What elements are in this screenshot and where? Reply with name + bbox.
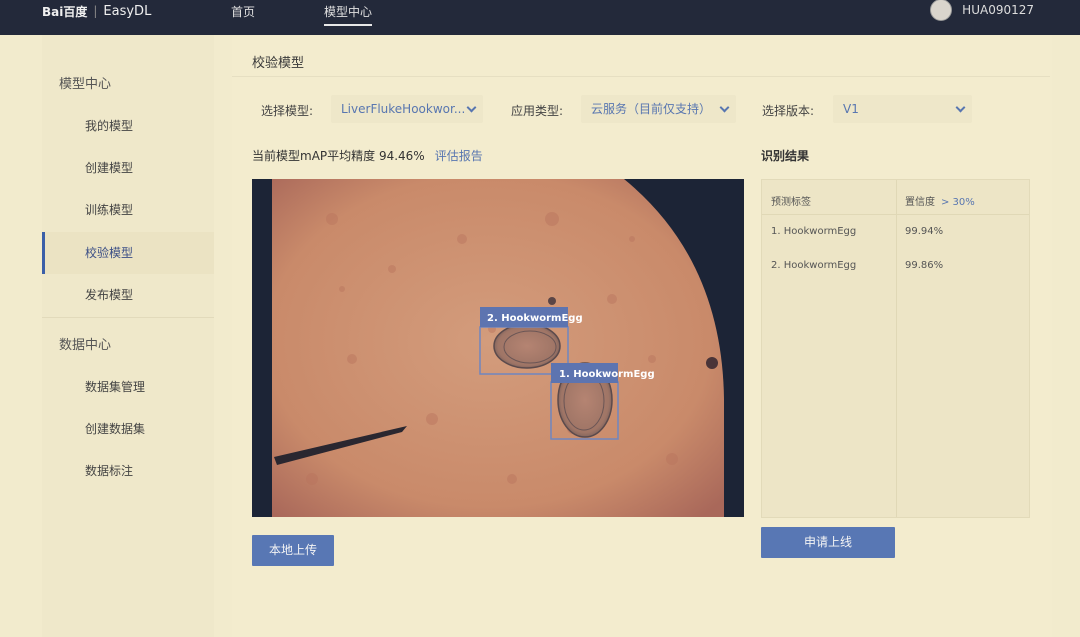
- baidu-logo: Bai百度: [42, 4, 88, 19]
- sidebar: 模型中心 我的模型 创建模型 训练模型 校验模型 发布模型 数据中心 数据集管理…: [42, 35, 214, 637]
- sidebar-group-model-center: 模型中心: [59, 77, 112, 92]
- detection-label: 2. HookwormEgg: [487, 313, 583, 324]
- brand-logo[interactable]: Bai百度 | EasyDL: [42, 3, 151, 19]
- title-divider: [232, 76, 1050, 77]
- header-divider: [762, 214, 1029, 215]
- nav-model-center[interactable]: 模型中心: [324, 3, 373, 26]
- local-upload-button[interactable]: 本地上传: [252, 535, 334, 566]
- top-nav-bar: Bai百度 | EasyDL 首页 模型中心 HUA090127: [0, 0, 1080, 35]
- result-row-label: 1. HookwormEgg: [771, 226, 857, 237]
- version-select[interactable]: V1: [833, 95, 972, 123]
- result-row-confidence: 99.86%: [905, 260, 944, 271]
- microscope-image: 2. HookwormEgg 1. HookwormEgg: [252, 179, 744, 517]
- result-row-confidence: 99.94%: [905, 226, 944, 237]
- logo-separator: |: [93, 4, 98, 18]
- chevron-down-icon: [466, 102, 477, 113]
- confidence-header-text: 置信度: [905, 197, 935, 208]
- results-table: 预测标签 置信度 > 30% 1. HookwormEgg 99.94% 2. H…: [761, 179, 1030, 518]
- result-row-label: 2. HookwormEgg: [771, 260, 857, 271]
- sidebar-group-data-center: 数据中心: [59, 338, 112, 353]
- avatar: [930, 0, 953, 21]
- eval-report-link[interactable]: 评估报告: [435, 149, 483, 163]
- sidebar-item-create-dataset[interactable]: 创建数据集: [42, 408, 214, 450]
- app-type-select[interactable]: 云服务（目前仅支持）: [581, 95, 736, 123]
- version-select-value: V1: [843, 102, 859, 116]
- debris-particle: [706, 357, 718, 369]
- sidebar-item-my-models[interactable]: 我的模型: [42, 105, 214, 147]
- column-divider: [896, 180, 897, 517]
- detection-label: 1. HookwormEgg: [559, 369, 655, 380]
- sidebar-item-publish-model[interactable]: 发布模型: [42, 274, 214, 316]
- version-select-label: 选择版本:: [762, 104, 815, 118]
- model-select[interactable]: LiverFlukeHookwor...: [331, 95, 483, 123]
- map-accuracy-text: 当前模型mAP平均精度 94.46%: [252, 149, 425, 163]
- main-content: 校验模型 选择模型: LiverFlukeHookwor... 应用类型: 云服…: [232, 35, 1052, 637]
- model-select-label: 选择模型:: [261, 104, 314, 118]
- product-name: EasyDL: [103, 3, 152, 19]
- debris-particle: [548, 297, 556, 305]
- preview-image: 2. HookwormEgg 1. HookwormEgg: [252, 179, 744, 517]
- chevron-down-icon: [955, 102, 966, 113]
- sidebar-item-create-model[interactable]: 创建模型: [42, 147, 214, 189]
- page-title: 校验模型: [252, 56, 305, 71]
- col-header-label: 预测标签: [771, 197, 811, 208]
- map-accuracy-line: 当前模型mAP平均精度 94.46% 评估报告: [252, 147, 483, 164]
- model-select-value: LiverFlukeHookwor...: [341, 102, 466, 116]
- sidebar-item-validate-model[interactable]: 校验模型: [42, 232, 214, 274]
- confidence-threshold[interactable]: > 30%: [941, 197, 975, 208]
- apply-online-button[interactable]: 申请上线: [761, 527, 895, 558]
- sidebar-divider: [42, 317, 214, 318]
- sidebar-item-data-annotation[interactable]: 数据标注: [42, 450, 214, 492]
- app-type-label: 应用类型:: [511, 104, 564, 118]
- chevron-down-icon: [719, 102, 730, 113]
- username: HUA090127: [962, 3, 1034, 17]
- nav-home[interactable]: 首页: [231, 3, 255, 20]
- results-title: 识别结果: [761, 149, 810, 163]
- sidebar-item-dataset-management[interactable]: 数据集管理: [42, 366, 214, 408]
- app-type-value: 云服务（目前仅支持）: [591, 102, 712, 116]
- col-header-confidence: 置信度 > 30%: [905, 193, 975, 208]
- sidebar-item-train-model[interactable]: 训练模型: [42, 189, 214, 231]
- user-menu[interactable]: HUA090127: [930, 0, 1034, 21]
